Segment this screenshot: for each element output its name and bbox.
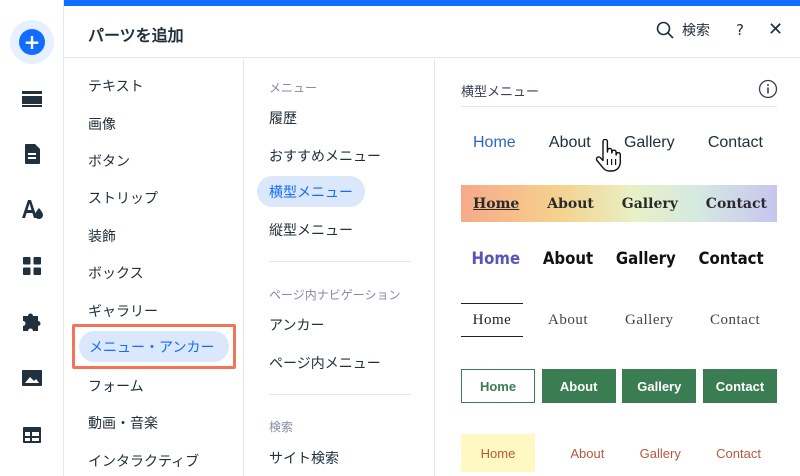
- search-icon: [656, 21, 674, 39]
- search-label: 検索: [682, 23, 710, 39]
- subcategory-horizontal-menu[interactable]: 横型メニュー: [257, 176, 365, 207]
- menu-preset-6[interactable]: Home About Gallery Contact: [461, 434, 777, 472]
- menu-item-about: About: [542, 249, 594, 269]
- divider: [269, 261, 411, 262]
- category-list: テキスト 画像 ボタン ストリップ 装飾 ボックス ギャラリー メニュー・アンカ…: [64, 59, 244, 476]
- menu-item-gallery: Gallery: [625, 312, 674, 328]
- image-icon: [22, 370, 42, 386]
- menu-preset-3[interactable]: Home About Gallery Contact: [461, 249, 776, 275]
- highlight-box: メニュー・アンカー: [72, 324, 236, 369]
- menu-item-home: Home: [473, 134, 516, 151]
- apps-icon: [23, 257, 41, 275]
- category-box[interactable]: ボックス: [88, 263, 144, 283]
- puzzle-icon: [23, 313, 41, 331]
- menu-item-gallery: Gallery: [639, 445, 681, 461]
- panel-title: パーツを追加: [88, 26, 184, 45]
- media-button[interactable]: [10, 356, 54, 400]
- category-interactive[interactable]: インタラクティブ: [88, 451, 199, 471]
- category-strip[interactable]: ストリップ: [88, 188, 158, 208]
- table-button[interactable]: [10, 413, 54, 457]
- menu-item-gallery: Gallery: [623, 134, 675, 151]
- menu-item-home: Home: [471, 249, 521, 269]
- section-title: 横型メニュー: [461, 85, 540, 100]
- category-image[interactable]: 画像: [88, 114, 116, 134]
- divider: [269, 394, 411, 395]
- help-button[interactable]: ?: [736, 21, 744, 39]
- subcategory-page-menu[interactable]: ページ内メニュー: [269, 353, 381, 373]
- menu-item-contact: Contact: [716, 445, 761, 461]
- sections-button[interactable]: [10, 77, 54, 121]
- category-decorative[interactable]: 装飾: [88, 226, 116, 246]
- category-text[interactable]: テキスト: [88, 76, 144, 96]
- category-button[interactable]: ボタン: [88, 151, 130, 171]
- info-button[interactable]: [758, 79, 778, 103]
- subcategory-list: メニュー 履歴 おすすめメニュー 横型メニュー 縦型メニュー ページ内ナビゲーシ…: [245, 59, 435, 476]
- group-header-page-nav: ページ内ナビゲーション: [269, 288, 401, 302]
- hand-cursor-icon: [595, 139, 621, 172]
- menu-item-gallery: Gallery: [621, 195, 678, 212]
- category-video-music[interactable]: 動画・音楽: [88, 413, 158, 433]
- menu-item-contact: Contact: [707, 134, 763, 151]
- left-tool-rail: +: [0, 0, 64, 476]
- menu-item-contact: Contact: [710, 312, 761, 328]
- subcategory-vertical-menu[interactable]: 縦型メニュー: [269, 220, 353, 240]
- menu-item-contact: Contact: [705, 195, 767, 212]
- divider: [461, 106, 777, 107]
- menu-item-about: About: [548, 134, 591, 151]
- menu-item-about: About: [548, 312, 588, 328]
- subcategory-site-search[interactable]: サイト検索: [269, 448, 339, 468]
- group-header-search: 検索: [269, 420, 294, 434]
- menu-preset-4[interactable]: Home About Gallery Contact: [461, 303, 777, 337]
- group-header-menu: メニュー: [269, 81, 318, 95]
- menu-item-about: About: [547, 195, 594, 212]
- menu-item-contact: Contact: [702, 369, 777, 403]
- info-icon: [758, 79, 778, 99]
- menu-preset-2[interactable]: Home About Gallery Contact: [461, 185, 777, 222]
- menu-preset-5[interactable]: Home About Gallery Contact: [461, 369, 777, 403]
- add-icon: +: [19, 29, 45, 55]
- menu-item-contact: Contact: [698, 249, 764, 269]
- search-button[interactable]: 検索: [656, 20, 710, 40]
- pages-button[interactable]: [10, 132, 54, 176]
- menu-item-about: About: [541, 369, 616, 403]
- category-gallery[interactable]: ギャラリー: [88, 301, 158, 321]
- category-form[interactable]: フォーム: [88, 376, 144, 396]
- sections-icon: [22, 91, 42, 107]
- preview-panel: 横型メニュー Home About Gallery Contact Home A…: [436, 59, 800, 476]
- pages-icon: [25, 144, 40, 164]
- menu-item-about: About: [570, 445, 605, 461]
- panel-header: パーツを追加 検索 ? ✕: [64, 6, 800, 58]
- menu-item-gallery: Gallery: [622, 369, 697, 403]
- menu-item-gallery: Gallery: [615, 249, 676, 269]
- menu-item-home: Home: [473, 195, 520, 212]
- menu-item-home: Home: [461, 434, 535, 472]
- subcategory-history[interactable]: 履歴: [269, 108, 297, 128]
- apps-button[interactable]: [10, 244, 54, 288]
- category-menu-anchor[interactable]: メニュー・アンカー: [79, 331, 229, 362]
- subcategory-recommended[interactable]: おすすめメニュー: [269, 146, 381, 166]
- theme-button[interactable]: [10, 187, 54, 231]
- add-elements-button[interactable]: +: [10, 20, 54, 64]
- table-icon: [23, 427, 41, 443]
- plugins-button[interactable]: [10, 300, 54, 344]
- subcategory-anchor[interactable]: アンカー: [269, 315, 324, 335]
- menu-item-home: Home: [461, 369, 535, 403]
- close-button[interactable]: ✕: [768, 19, 783, 40]
- menu-item-home: Home: [461, 303, 523, 337]
- theme-icon: [22, 200, 43, 219]
